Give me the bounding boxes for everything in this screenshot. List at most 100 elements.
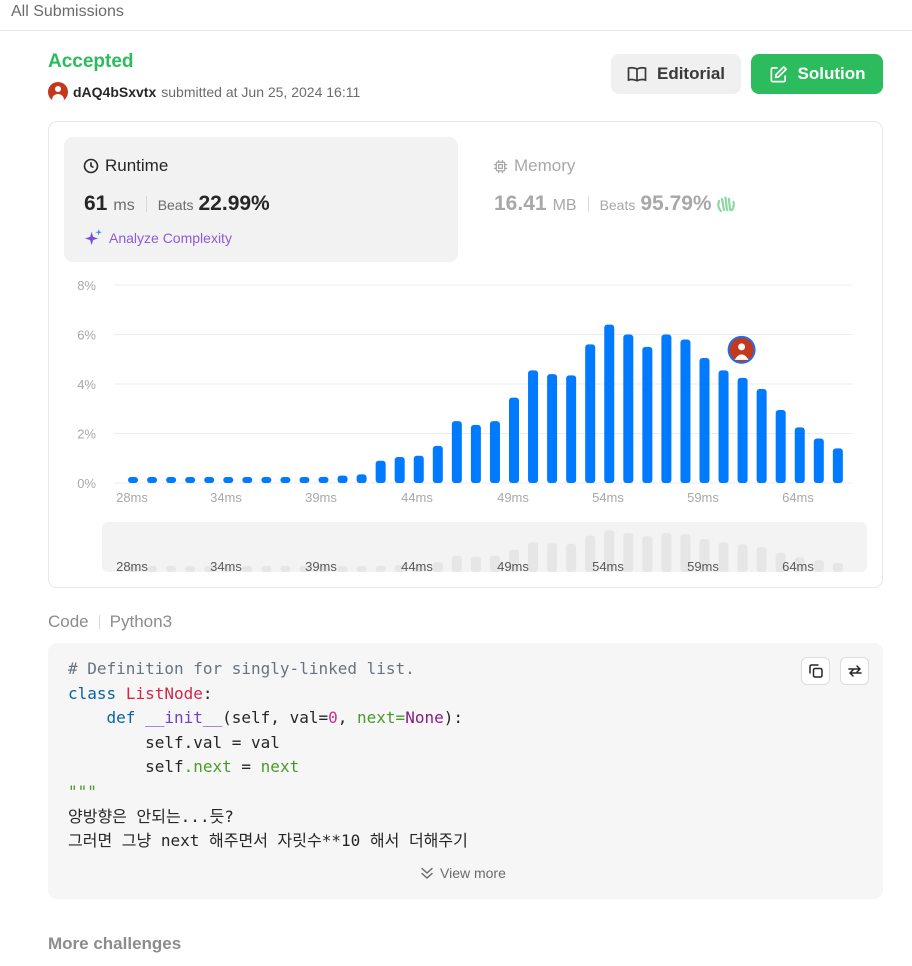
chart-bar[interactable] bbox=[509, 397, 519, 483]
overview-bar bbox=[718, 542, 729, 572]
avatar[interactable] bbox=[48, 82, 68, 102]
code-keyword: def bbox=[106, 708, 136, 728]
solution-button[interactable]: Solution bbox=[751, 54, 883, 94]
memory-title[interactable]: Memory bbox=[493, 156, 575, 176]
compare-code-button[interactable] bbox=[840, 657, 869, 685]
y-tick-label: 0% bbox=[77, 476, 96, 491]
chart-bar[interactable] bbox=[166, 477, 177, 483]
runtime-value: 61 bbox=[84, 192, 108, 215]
chart-bar[interactable] bbox=[661, 334, 672, 484]
code-number: 0 bbox=[328, 708, 338, 728]
chart-bar[interactable] bbox=[642, 346, 653, 483]
code-token: = bbox=[231, 757, 261, 777]
code-function-name: __init__ bbox=[145, 708, 223, 728]
x-tick-label: 59ms bbox=[687, 490, 719, 505]
analyze-complexity-button[interactable]: Analyze Complexity bbox=[84, 228, 232, 247]
overview-tick-label: 64ms bbox=[782, 559, 814, 574]
overview-bar bbox=[642, 536, 653, 572]
overview-bar bbox=[242, 566, 253, 572]
chart-bar[interactable] bbox=[775, 409, 786, 483]
overview-bar bbox=[813, 560, 824, 572]
overview-bar bbox=[166, 566, 177, 572]
x-tick-label: 64ms bbox=[782, 490, 814, 505]
chart-bar[interactable] bbox=[470, 424, 481, 483]
code-token: next bbox=[260, 757, 300, 777]
code-line: 양방향은 안되는...듯? bbox=[68, 806, 234, 826]
chart-bar[interactable] bbox=[794, 427, 805, 483]
chart-bar[interactable] bbox=[432, 445, 443, 483]
username-link[interactable]: dAQ4bSxvtx bbox=[73, 84, 156, 100]
runtime-stats: 61 ms Beats 22.99% bbox=[84, 192, 270, 216]
overview-tick-label: 54ms bbox=[592, 559, 624, 574]
overview-tick-label: 28ms bbox=[116, 559, 148, 574]
chart-bar[interactable] bbox=[737, 377, 748, 483]
overview-bar bbox=[280, 566, 291, 572]
chart-bar[interactable] bbox=[680, 339, 691, 483]
code-content[interactable]: # Definition for singly-linked list. cla… bbox=[68, 657, 468, 854]
chart-bar[interactable] bbox=[547, 374, 558, 483]
chart-bar[interactable] bbox=[623, 334, 634, 484]
overview-bar bbox=[832, 562, 843, 572]
editorial-button[interactable]: Editorial bbox=[611, 54, 741, 94]
wave-icon bbox=[716, 196, 735, 213]
chart-bar[interactable] bbox=[585, 344, 596, 483]
chart-bar[interactable] bbox=[337, 475, 348, 483]
view-more-button[interactable]: View more bbox=[420, 865, 506, 881]
solution-label: Solution bbox=[797, 64, 866, 83]
chart-bar[interactable] bbox=[375, 460, 386, 483]
x-tick-label: 54ms bbox=[592, 490, 624, 505]
chart-bar[interactable] bbox=[813, 438, 824, 483]
x-tick-label: 49ms bbox=[497, 490, 529, 505]
code-language: Python3 bbox=[109, 612, 173, 631]
memory-unit: MB bbox=[552, 197, 577, 214]
chart-bar[interactable] bbox=[756, 388, 767, 483]
submission-author: dAQ4bSxvtx submitted at Jun 25, 2024 16:… bbox=[48, 82, 360, 102]
divider bbox=[587, 196, 589, 212]
chart-bar[interactable] bbox=[489, 421, 500, 483]
x-tick-label: 28ms bbox=[116, 490, 148, 505]
overview-bar bbox=[185, 566, 196, 572]
chart-bar[interactable] bbox=[413, 455, 424, 483]
chart-bar[interactable] bbox=[718, 370, 729, 483]
view-more-label: View more bbox=[440, 865, 506, 881]
chart-bar[interactable] bbox=[261, 477, 272, 483]
chart-bar[interactable] bbox=[832, 448, 843, 483]
runtime-beats-label: Beats bbox=[157, 197, 194, 213]
book-icon bbox=[627, 66, 647, 82]
chart-bar[interactable] bbox=[451, 421, 462, 483]
x-tick-label: 39ms bbox=[305, 490, 337, 505]
runtime-unit: ms bbox=[113, 197, 135, 214]
clock-icon bbox=[83, 158, 99, 174]
chart-bar[interactable] bbox=[223, 477, 234, 483]
divider bbox=[98, 615, 100, 629]
chart-bar[interactable] bbox=[604, 324, 615, 483]
memory-beats-label: Beats bbox=[599, 197, 636, 213]
chart-bar[interactable] bbox=[128, 477, 138, 483]
runtime-distribution-chart[interactable]: 8% 6% 4% 2% 0% 28ms 34ms 39ms 44ms 49ms 54ms 59ms 6… bbox=[49, 262, 882, 587]
code-token: self bbox=[145, 757, 184, 777]
chart-bar[interactable] bbox=[566, 375, 577, 483]
code-class-name: ListNode bbox=[125, 683, 203, 703]
overview-bar bbox=[451, 555, 462, 572]
y-tick-label: 6% bbox=[77, 328, 96, 343]
chart-bar[interactable] bbox=[356, 474, 367, 483]
analyze-label: Analyze Complexity bbox=[109, 229, 232, 246]
chart-bar[interactable] bbox=[528, 370, 539, 483]
overview-bar bbox=[566, 543, 577, 572]
chart-bar[interactable] bbox=[699, 358, 710, 483]
chart-bar[interactable] bbox=[280, 477, 291, 483]
overview-bar bbox=[528, 542, 539, 572]
copy-code-button[interactable] bbox=[801, 657, 830, 685]
chart-bar[interactable] bbox=[299, 477, 310, 483]
all-submissions-link[interactable]: All Submissions bbox=[11, 3, 124, 21]
chart-bar[interactable] bbox=[318, 476, 329, 483]
code-token: (self, val= bbox=[222, 708, 329, 728]
chart-bar[interactable] bbox=[204, 477, 215, 483]
chart-bar[interactable] bbox=[185, 477, 196, 483]
submission-status: Accepted bbox=[48, 51, 134, 72]
overview-bar bbox=[661, 533, 672, 572]
chart-bar[interactable] bbox=[147, 477, 158, 483]
chart-bar[interactable] bbox=[394, 457, 405, 483]
topbar: All Submissions bbox=[0, 0, 912, 31]
chart-bar[interactable] bbox=[242, 477, 253, 483]
